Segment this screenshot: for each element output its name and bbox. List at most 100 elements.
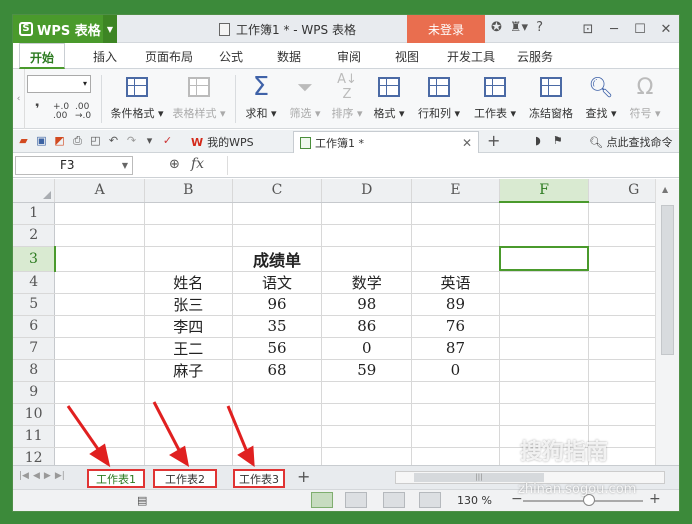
vertical-scrollbar[interactable]: ▲	[655, 179, 679, 465]
tab-formulas[interactable]: 公式	[219, 48, 243, 65]
format-button[interactable]: 格式 ▾	[369, 73, 409, 121]
cell-d5[interactable]: 98	[321, 293, 413, 316]
row-col-button[interactable]: 行和列 ▾	[413, 73, 465, 121]
print-icon[interactable]: ⎙	[71, 134, 84, 147]
cell-d9[interactable]	[321, 381, 413, 404]
restore-ribbon-icon[interactable]: ⊡	[575, 15, 601, 43]
cell-d1[interactable]	[321, 202, 413, 225]
cell-e6[interactable]: 76	[411, 315, 500, 338]
cell-a11[interactable]	[54, 425, 145, 448]
cell-d6[interactable]: 86	[321, 315, 413, 338]
macro-record-icon[interactable]: ▤	[137, 494, 147, 507]
scroll-up-icon[interactable]: ▲	[662, 185, 668, 194]
cell-e7[interactable]: 87	[411, 337, 500, 360]
column-header-c[interactable]: C	[232, 179, 323, 203]
cell-a3[interactable]	[54, 246, 145, 272]
prev-sheet-icon[interactable]: ◀	[33, 471, 40, 481]
cell-c7[interactable]: 56	[232, 337, 323, 360]
cell-e4[interactable]: 英语	[411, 271, 500, 294]
tab-view[interactable]: 视图	[395, 48, 419, 65]
login-button[interactable]: 未登录	[407, 15, 485, 43]
increase-decimal-icon[interactable]: +.0.00	[53, 103, 69, 121]
select-all-corner[interactable]	[13, 179, 56, 203]
flag-icon[interactable]: ⚑	[553, 134, 563, 147]
cell-f2[interactable]	[499, 224, 590, 247]
row-header-11[interactable]: 11	[13, 425, 56, 448]
cell-b3[interactable]	[144, 246, 233, 272]
cell-d11[interactable]	[321, 425, 413, 448]
cell-c4[interactable]: 语文	[232, 271, 323, 294]
zoom-formula-icon[interactable]: ⊕	[169, 157, 180, 172]
reading-view-button[interactable]	[419, 492, 441, 508]
tab-page-layout[interactable]: 页面布局	[145, 48, 193, 65]
cell-b7[interactable]: 王二	[144, 337, 233, 360]
cell-e2[interactable]	[411, 224, 500, 247]
cell-b2[interactable]	[144, 224, 233, 247]
sheet-tab-3[interactable]: 工作表3	[233, 469, 285, 488]
close-tab-icon[interactable]: ✕	[462, 136, 472, 150]
row-header-5[interactable]: 5	[13, 293, 56, 316]
cell-c11[interactable]	[232, 425, 323, 448]
undo-icon[interactable]: ↶	[107, 134, 120, 147]
page-layout-view-button[interactable]	[383, 492, 405, 508]
cell-d2[interactable]	[321, 224, 413, 247]
cell-d4[interactable]: 数学	[321, 271, 413, 294]
skin-icon[interactable]: ✪	[491, 20, 502, 35]
app-menu-dropdown-icon[interactable]: ▼	[103, 15, 117, 43]
cell-c8[interactable]: 68	[232, 359, 323, 382]
filter-button[interactable]: ⏷ 筛选 ▾	[285, 73, 325, 121]
font-size-combo[interactable]: ▾	[27, 75, 91, 93]
row-header-8[interactable]: 8	[13, 359, 56, 382]
tab-developer[interactable]: 开发工具	[447, 48, 495, 65]
cell-e9[interactable]	[411, 381, 500, 404]
cell-a12[interactable]	[54, 447, 145, 465]
table-style-button[interactable]: 表格样式 ▾	[169, 73, 229, 121]
row-header-7[interactable]: 7	[13, 337, 56, 360]
row-header-4[interactable]: 4	[13, 271, 56, 294]
customize-dropdown-icon[interactable]: ▾	[143, 134, 156, 147]
cell-e8[interactable]: 0	[411, 359, 500, 382]
cell-d8[interactable]: 59	[321, 359, 413, 382]
cell-b6[interactable]: 李四	[144, 315, 233, 338]
cell-f3[interactable]	[499, 246, 590, 272]
thousands-separator-icon[interactable]: ❜	[35, 103, 40, 116]
cell-e3[interactable]	[411, 246, 500, 272]
tab-data[interactable]: 数据	[277, 48, 301, 65]
horizontal-scroll-thumb[interactable]: |||	[414, 473, 544, 482]
cell-f8[interactable]	[499, 359, 590, 382]
cell-f9[interactable]	[499, 381, 590, 404]
vertical-scroll-thumb[interactable]	[661, 205, 674, 355]
row-header-2[interactable]: 2	[13, 224, 56, 247]
column-header-d[interactable]: D	[321, 179, 413, 203]
symbol-button[interactable]: Ω 符号 ▾	[625, 73, 665, 121]
help-button[interactable]: ?	[536, 20, 543, 35]
command-search[interactable]: 🔍︎ 点此查找命令	[589, 134, 672, 150]
cell-a5[interactable]	[54, 293, 145, 316]
cell-a2[interactable]	[54, 224, 145, 247]
sort-button[interactable]: A↓ Z 排序 ▾	[327, 72, 367, 121]
cell-c1[interactable]	[232, 202, 323, 225]
column-header-f[interactable]: F	[499, 179, 590, 203]
minimize-icon[interactable]: ─	[601, 15, 627, 43]
tab-insert[interactable]: 插入	[93, 48, 117, 65]
last-sheet-icon[interactable]: ▶|	[55, 471, 65, 481]
row-header-3[interactable]: 3	[13, 246, 56, 272]
cell-b9[interactable]	[144, 381, 233, 404]
cell-d3[interactable]	[321, 246, 413, 272]
print-preview-icon[interactable]: ◰	[89, 134, 102, 147]
redo-icon[interactable]: ↷	[125, 134, 138, 147]
row-header-6[interactable]: 6	[13, 315, 56, 338]
cell-c3[interactable]: 成绩单	[232, 246, 323, 272]
tab-cloud[interactable]: 云服务	[517, 48, 553, 65]
name-box-dropdown-icon[interactable]: ▼	[122, 157, 128, 174]
row-header-1[interactable]: 1	[13, 202, 56, 225]
add-sheet-icon[interactable]: +	[297, 467, 310, 486]
cell-b8[interactable]: 麻子	[144, 359, 233, 382]
cell-b10[interactable]	[144, 403, 233, 426]
page-break-view-button[interactable]	[345, 492, 367, 508]
sheet-tab-1[interactable]: 工作表1	[87, 469, 145, 488]
cell-c12[interactable]	[232, 447, 323, 465]
formula-input[interactable]	[227, 156, 679, 175]
cell-c2[interactable]	[232, 224, 323, 247]
cell-d7[interactable]: 0	[321, 337, 413, 360]
